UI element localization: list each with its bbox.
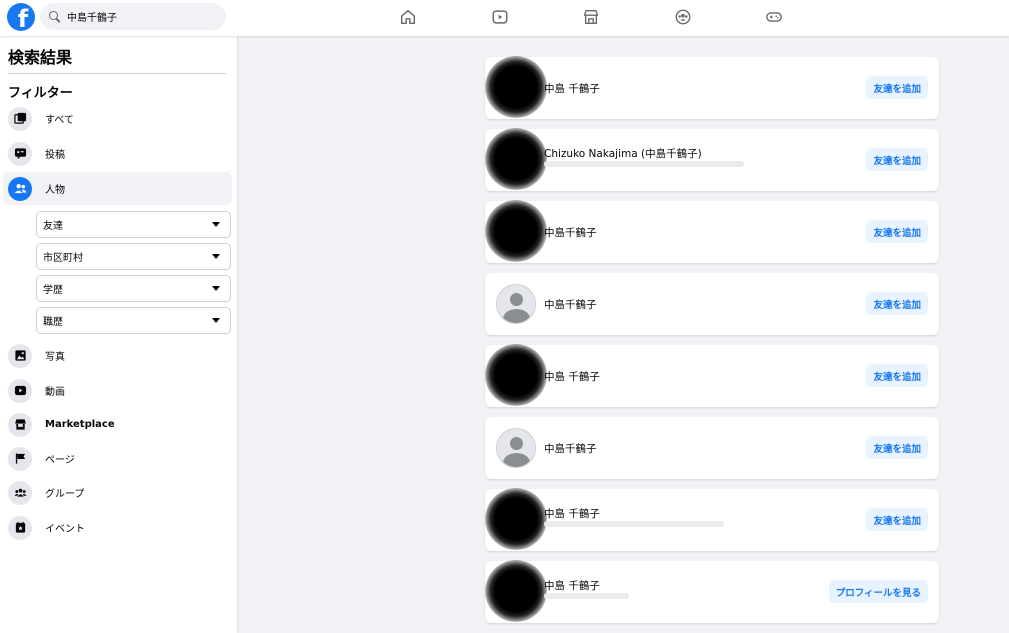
search-input[interactable] bbox=[67, 11, 217, 22]
dropdown-label: 学歴 bbox=[43, 285, 63, 296]
sidebar-item-label: 動画 bbox=[45, 387, 65, 398]
add-friend-button[interactable]: 友達を追加 bbox=[866, 220, 928, 243]
filter-work-dropdown[interactable]: 職歴 bbox=[36, 307, 231, 334]
sidebar-item-label: ページ bbox=[45, 455, 75, 466]
sidebar-item-label: 写真 bbox=[45, 352, 65, 363]
sidebar-item-posts[interactable]: 投稿 bbox=[3, 137, 232, 170]
dropdown-label: 友達 bbox=[43, 221, 63, 232]
avatar[interactable] bbox=[485, 488, 547, 550]
sidebar-item-marketplace[interactable]: Marketplace bbox=[3, 408, 232, 441]
search-filters-sidebar: 検索結果 フィルター すべて 投稿 人物 友達 市区町村 学歴 職歴 写真 動画… bbox=[0, 36, 237, 633]
event-icon bbox=[8, 515, 32, 540]
avatar[interactable] bbox=[485, 344, 547, 406]
sidebar-item-label: イベント bbox=[45, 524, 85, 535]
search-result-card[interactable]: 中島千鶴子 友達を追加 bbox=[485, 273, 939, 335]
add-friend-button[interactable]: 友達を追加 bbox=[866, 292, 928, 315]
search-result-card[interactable]: 中島 千鶴子 友達を追加 bbox=[485, 56, 939, 119]
sidebar-item-groups[interactable]: グループ bbox=[3, 476, 232, 509]
view-profile-button[interactable]: プロフィールを見る bbox=[828, 580, 928, 603]
avatar[interactable] bbox=[485, 560, 547, 622]
result-name[interactable]: 中島 千鶴子 bbox=[544, 506, 600, 521]
dropdown-label: 市区町村 bbox=[43, 253, 83, 264]
home-icon[interactable] bbox=[397, 6, 419, 28]
sidebar-item-pages[interactable]: ページ bbox=[3, 442, 232, 475]
marketplace-icon bbox=[8, 412, 32, 437]
redacted-subtitle bbox=[544, 161, 744, 167]
page-title: 検索結果 bbox=[8, 48, 73, 67]
search-result-card[interactable]: 中島 千鶴子 プロフィールを見る bbox=[485, 560, 939, 623]
default-avatar-icon[interactable] bbox=[496, 284, 536, 324]
search-result-card[interactable]: 中島千鶴子 友達を追加 bbox=[485, 200, 939, 263]
sidebar-item-label: すべて bbox=[45, 115, 74, 126]
groups-icon[interactable] bbox=[672, 6, 694, 28]
add-friend-button[interactable]: 友達を追加 bbox=[866, 76, 928, 99]
filter-city-dropdown[interactable]: 市区町村 bbox=[36, 243, 231, 270]
video-icon bbox=[8, 378, 32, 403]
search-result-card[interactable]: 中島千鶴子 友達を追加 bbox=[485, 417, 939, 479]
sidebar-item-label: グループ bbox=[45, 489, 85, 500]
all-icon bbox=[8, 106, 32, 131]
caret-down-icon bbox=[212, 222, 220, 227]
result-name[interactable]: 中島 千鶴子 bbox=[544, 578, 600, 593]
result-name[interactable]: 中島 千鶴子 bbox=[544, 369, 600, 384]
sidebar-item-videos[interactable]: 動画 bbox=[3, 374, 232, 407]
avatar[interactable] bbox=[485, 200, 547, 262]
sidebar-item-label: 人物 bbox=[45, 185, 65, 196]
add-friend-button[interactable]: 友達を追加 bbox=[866, 508, 928, 531]
caret-down-icon bbox=[212, 286, 220, 291]
search-icon bbox=[49, 10, 61, 23]
facebook-logo[interactable]: f bbox=[7, 3, 35, 31]
sidebar-item-photos[interactable]: 写真 bbox=[3, 339, 232, 372]
filter-heading: フィルター bbox=[8, 86, 73, 101]
groups-icon bbox=[8, 480, 32, 505]
dropdown-label: 職歴 bbox=[43, 317, 63, 328]
add-friend-button[interactable]: 友達を追加 bbox=[866, 436, 928, 459]
result-name[interactable]: 中島 千鶴子 bbox=[544, 81, 600, 96]
search-result-card[interactable]: 中島 千鶴子 友達を追加 bbox=[485, 344, 939, 407]
photos-icon bbox=[8, 343, 32, 368]
sidebar-item-label: 投稿 bbox=[45, 150, 65, 161]
add-friend-button[interactable]: 友達を追加 bbox=[866, 148, 928, 171]
top-navigation-bar: f bbox=[0, 0, 1009, 36]
search-box[interactable] bbox=[40, 3, 226, 30]
sidebar-item-events[interactable]: イベント bbox=[3, 511, 232, 544]
caret-down-icon bbox=[212, 254, 220, 259]
gaming-icon[interactable] bbox=[763, 6, 785, 28]
video-icon[interactable] bbox=[489, 6, 511, 28]
sidebar-item-label: Marketplace bbox=[45, 419, 115, 430]
avatar[interactable] bbox=[485, 56, 547, 118]
filter-education-dropdown[interactable]: 学歴 bbox=[36, 275, 231, 302]
posts-icon bbox=[8, 141, 32, 166]
result-name[interactable]: 中島千鶴子 bbox=[544, 297, 597, 312]
redacted-subtitle bbox=[544, 521, 724, 527]
result-name[interactable]: 中島千鶴子 bbox=[544, 225, 597, 240]
sidebar-item-people[interactable]: 人物 bbox=[3, 172, 232, 205]
divider bbox=[8, 73, 226, 74]
filter-friends-dropdown[interactable]: 友達 bbox=[36, 211, 231, 238]
caret-down-icon bbox=[212, 318, 220, 323]
flag-icon bbox=[8, 446, 32, 471]
redacted-subtitle bbox=[544, 593, 629, 599]
sidebar-item-all[interactable]: すべて bbox=[3, 102, 232, 135]
default-avatar-icon[interactable] bbox=[496, 428, 536, 468]
avatar[interactable] bbox=[485, 128, 547, 190]
search-result-card[interactable]: Chizuko Nakajima (中島千鶴子) 友達を追加 bbox=[485, 128, 939, 191]
result-name[interactable]: 中島千鶴子 bbox=[544, 441, 597, 456]
add-friend-button[interactable]: 友達を追加 bbox=[866, 364, 928, 387]
result-name[interactable]: Chizuko Nakajima (中島千鶴子) bbox=[544, 146, 702, 161]
people-icon bbox=[8, 176, 32, 201]
marketplace-icon[interactable] bbox=[580, 6, 602, 28]
search-result-card[interactable]: 中島 千鶴子 友達を追加 bbox=[485, 488, 939, 551]
